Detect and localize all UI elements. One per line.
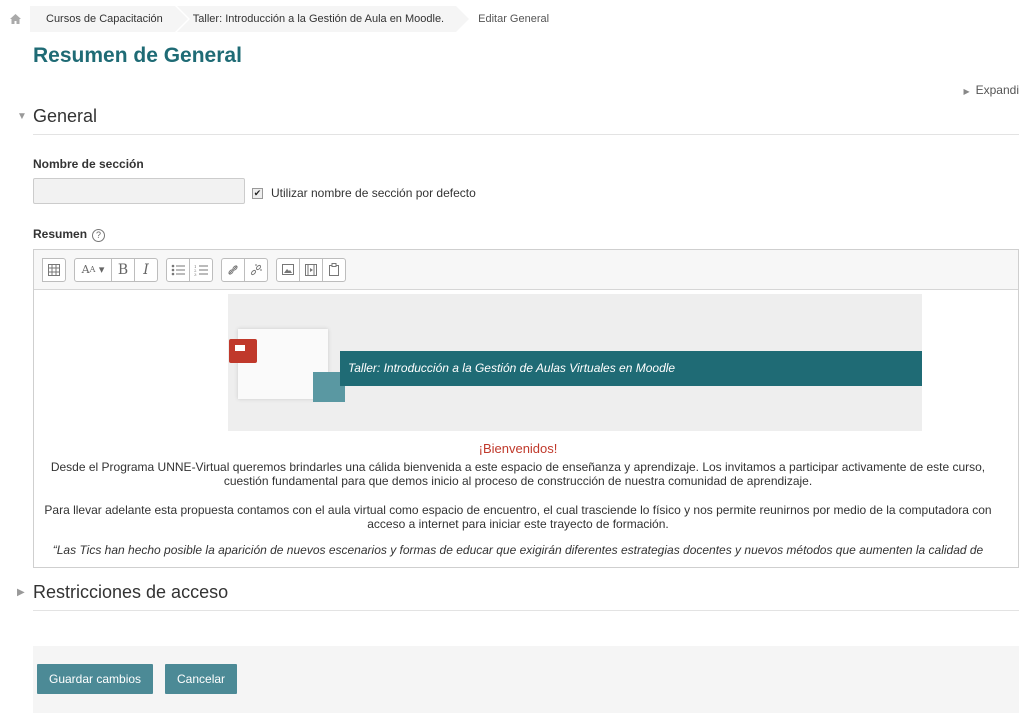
welcome-paragraph-1: Desde el Programa UNNE-Virtual queremos … bbox=[50, 460, 986, 488]
triangle-right-icon: ▶ bbox=[17, 587, 25, 598]
editor-toolbar: AA ▾ B I 123 bbox=[34, 250, 1018, 290]
breadcrumb: Cursos de Capacitación Taller: Introducc… bbox=[0, 6, 1019, 32]
welcome-paragraph-2: Para llevar adelante esta propuesta cont… bbox=[44, 503, 992, 531]
divider bbox=[33, 134, 1019, 135]
section-general-title: General bbox=[33, 106, 98, 126]
section-name-label: Nombre de sección bbox=[33, 157, 144, 171]
italic-icon[interactable]: I bbox=[134, 257, 158, 282]
triangle-down-icon: ▼ bbox=[17, 111, 27, 122]
media-icon[interactable] bbox=[299, 257, 323, 282]
help-icon[interactable]: ? bbox=[92, 229, 106, 242]
triangle-right-icon: ▶ bbox=[963, 87, 970, 96]
banner-title: Taller: Introducción a la Gestión de Aul… bbox=[340, 351, 922, 386]
summary-label-text: Resumen bbox=[33, 227, 88, 241]
section-general-header[interactable]: ▼ General bbox=[17, 106, 97, 127]
editor-content[interactable]: Taller: Introducción a la Gestión de Aul… bbox=[34, 290, 1018, 567]
divider bbox=[33, 610, 1019, 611]
breadcrumb-item-cursos[interactable]: Cursos de Capacitación bbox=[30, 6, 190, 32]
breadcrumb-current: Editar General bbox=[478, 13, 550, 25]
use-default-name-row: ✔ Utilizar nombre de sección por defecto bbox=[252, 186, 476, 200]
link-icon[interactable] bbox=[221, 257, 245, 282]
numbered-list-icon[interactable]: 123 bbox=[189, 257, 213, 282]
svg-text:3: 3 bbox=[194, 272, 197, 276]
section-access-header[interactable]: ▶ Restricciones de acceso bbox=[17, 582, 228, 603]
section-name-input[interactable] bbox=[33, 178, 245, 204]
home-icon[interactable] bbox=[0, 6, 30, 32]
summary-label: Resumen? bbox=[33, 227, 106, 242]
unlink-icon[interactable] bbox=[244, 257, 268, 282]
grid-icon[interactable] bbox=[42, 257, 66, 282]
paste-icon[interactable] bbox=[322, 257, 346, 282]
use-default-name-label: Utilizar nombre de sección por defecto bbox=[271, 186, 476, 200]
expand-all-link[interactable]: ▶ Expandi bbox=[963, 83, 1019, 97]
breadcrumb-item-taller[interactable]: Taller: Introducción a la Gestión de Aul… bbox=[176, 6, 472, 32]
image-icon[interactable] bbox=[276, 257, 300, 282]
section-access-title: Restricciones de acceso bbox=[33, 582, 229, 602]
welcome-title: ¡Bienvenidos! bbox=[478, 441, 558, 456]
page-title: Resumen de General bbox=[33, 44, 242, 67]
save-button[interactable]: Guardar cambios bbox=[37, 664, 154, 694]
welcome-paragraph-3: “Las Tics han hecho posible la aparición… bbox=[52, 543, 984, 557]
course-banner-image: Taller: Introducción a la Gestión de Aul… bbox=[228, 294, 922, 431]
summary-editor: AA ▾ B I 123 Taller: Introducción a la G… bbox=[33, 249, 1019, 568]
use-default-name-checkbox[interactable]: ✔ bbox=[252, 187, 263, 199]
expand-all-label: Expandi bbox=[975, 83, 1019, 97]
cancel-button[interactable]: Cancelar bbox=[165, 664, 238, 694]
bullet-list-icon[interactable] bbox=[166, 257, 190, 282]
bold-icon[interactable]: B bbox=[111, 257, 135, 282]
font-size-icon[interactable]: AA ▾ bbox=[74, 257, 112, 282]
banner-red-icon bbox=[229, 339, 257, 363]
